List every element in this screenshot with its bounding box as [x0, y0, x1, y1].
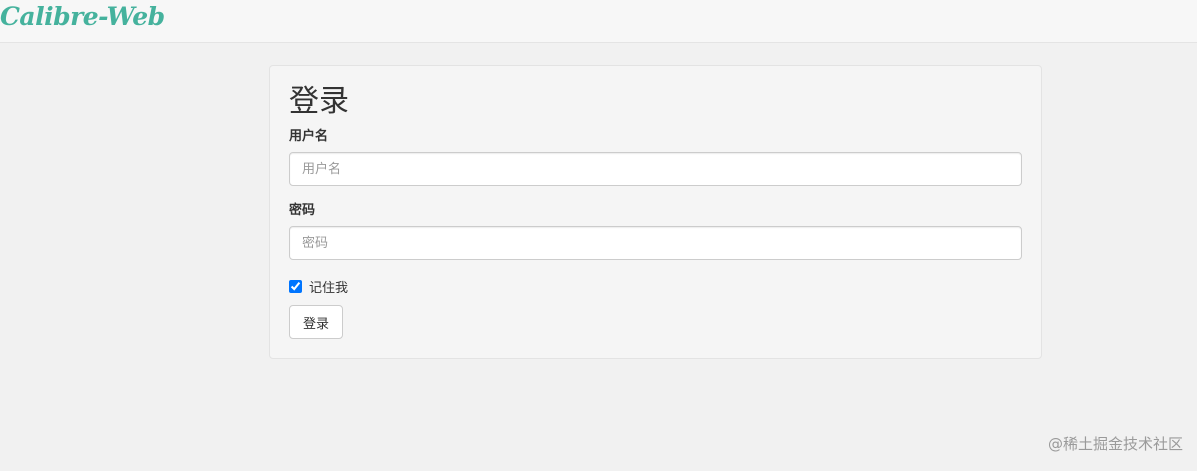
watermark: @稀土掘金技术社区: [1047, 435, 1183, 453]
top-navbar: Calibre-Web: [0, 0, 1197, 43]
login-button[interactable]: 登录: [289, 305, 343, 339]
remember-me-label[interactable]: 记住我: [309, 277, 348, 296]
password-label: 密码: [289, 203, 316, 218]
password-input[interactable]: [289, 226, 1022, 260]
username-input[interactable]: [289, 152, 1022, 186]
login-panel: 登录 用户名 密码 记住我 登录: [269, 65, 1042, 359]
remember-me-checkbox[interactable]: [289, 279, 302, 293]
username-label: 用户名: [289, 129, 329, 144]
brand-logo[interactable]: Calibre-Web: [0, 1, 165, 33]
page-title: 登录: [289, 84, 349, 119]
remember-me-row: 记住我: [289, 276, 348, 296]
